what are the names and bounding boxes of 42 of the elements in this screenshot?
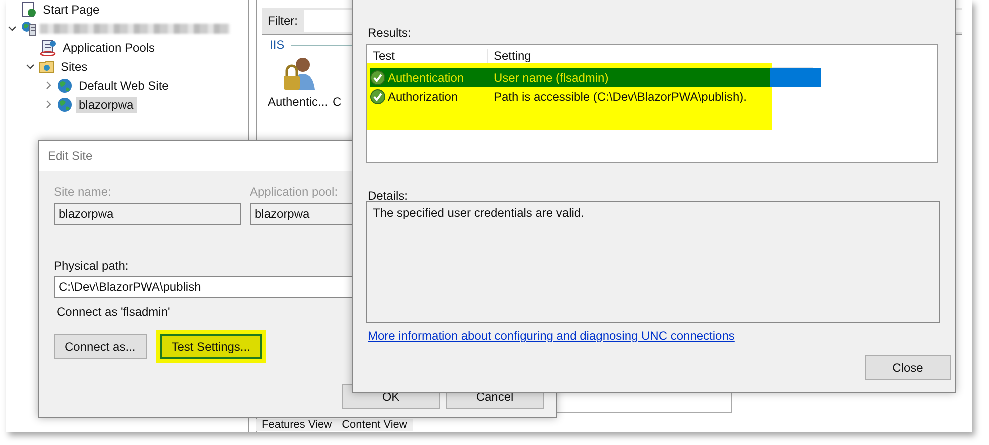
globe-icon <box>57 96 73 112</box>
field-label: Physical path: <box>54 259 130 273</box>
expanded-chevron-icon[interactable] <box>8 24 16 33</box>
tree-item[interactable]: Default Web Site <box>76 78 172 94</box>
check-icon <box>370 88 386 104</box>
column-header[interactable]: Test <box>367 49 488 63</box>
application-pool-icon <box>39 40 57 56</box>
results-label: Results: <box>368 26 412 40</box>
group-heading: IIS <box>270 38 285 52</box>
result-row[interactable]: Authentication User name (flsadmin) <box>370 68 821 87</box>
expanded-chevron-icon[interactable] <box>26 62 34 71</box>
user-lock-icon <box>281 56 316 92</box>
server-globe-icon <box>21 20 37 36</box>
table-cell-text: Path is accessible (C:\Dev\BlazorPWA\publish). <box>493 90 747 104</box>
result-row[interactable]: Authorization Path is accessible (C:\Dev\BlazorPWA\publish). <box>370 87 821 106</box>
tree-item[interactable]: Sites <box>58 58 91 74</box>
globe-icon <box>57 78 73 94</box>
tree-item[interactable]: Start Page <box>40 2 103 18</box>
filter-label: Filter: <box>267 14 299 28</box>
details-label: Details: <box>368 189 408 203</box>
view-tab[interactable]: Features View <box>262 419 332 431</box>
table-cell-text: Authentication <box>388 70 466 84</box>
folder-icon <box>39 58 55 74</box>
connect-as-text: Connect as 'flsadmin' <box>57 305 170 319</box>
tree-item[interactable]: blazorpwa <box>76 96 137 112</box>
feature-item[interactable]: C <box>333 95 342 109</box>
field-label: Application pool: <box>250 185 338 199</box>
view-tab[interactable]: Content View <box>342 419 408 431</box>
feature-item[interactable]: Authentic... <box>268 56 328 109</box>
help-link[interactable]: More information about configuring and diagnosing UNC connections <box>368 329 735 343</box>
collapsed-chevron-icon[interactable] <box>44 81 52 90</box>
close-button[interactable]: Close <box>865 355 951 380</box>
dialog-button[interactable]: Test Settings... <box>160 334 262 359</box>
details-text: The specified user credentials are valid. <box>366 201 940 323</box>
table-cell-text: User name (flsadmin) <box>493 70 609 84</box>
field-label: Site name: <box>54 185 112 199</box>
dialog-button[interactable]: Connect as... <box>54 334 147 359</box>
collapsed-chevron-icon[interactable] <box>44 100 52 109</box>
tree-item[interactable]: Application Pools <box>60 40 158 56</box>
table-cell-text: Authorization <box>388 90 460 104</box>
column-header[interactable]: Setting <box>488 49 532 63</box>
check-icon <box>370 70 386 86</box>
